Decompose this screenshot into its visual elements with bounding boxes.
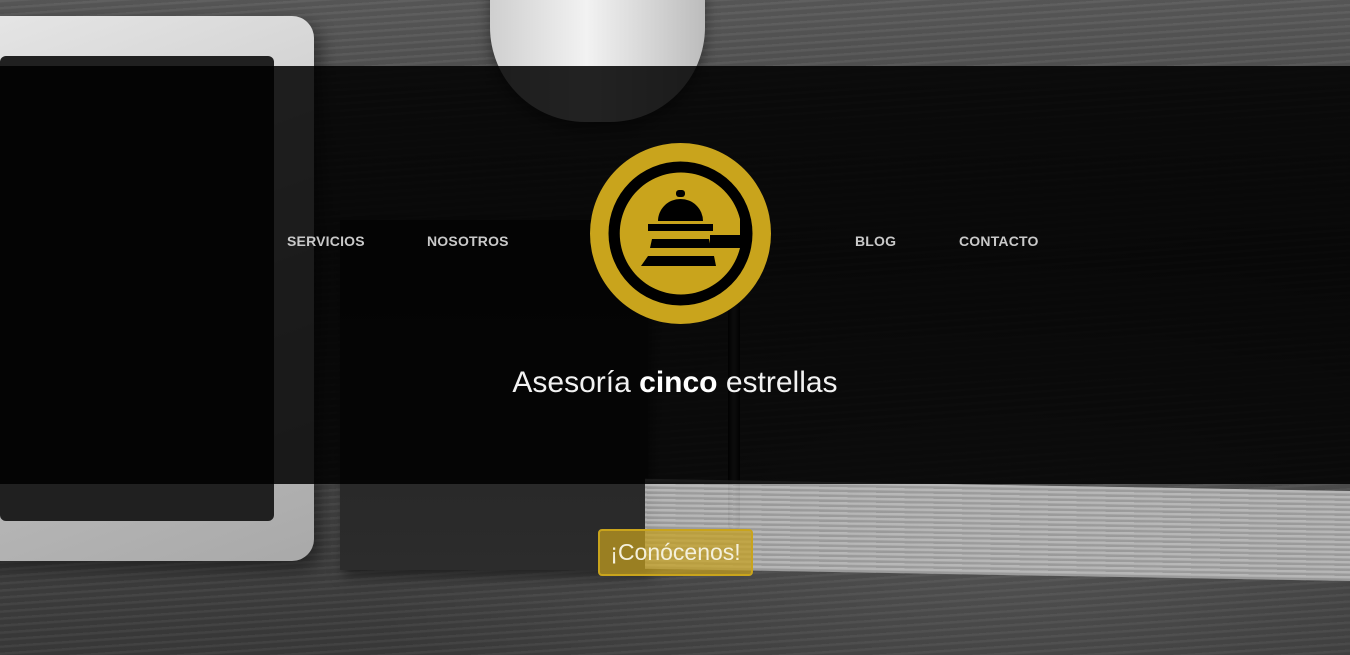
nav-item-blog[interactable]: BLOG	[855, 233, 896, 249]
nav-item-servicios[interactable]: SERVICIOS	[287, 233, 365, 249]
nav-item-nosotros[interactable]: NOSOTROS	[427, 233, 509, 249]
tagline-text-post: estrellas	[717, 366, 838, 399]
conocenos-button[interactable]: ¡Conócenos!	[598, 529, 753, 576]
hero-tagline: Asesoría cinco estrellas	[0, 364, 1350, 402]
tagline-text-pre: Asesoría	[512, 366, 640, 399]
service-bell-logo-icon[interactable]	[590, 143, 771, 324]
nav-item-contacto[interactable]: CONTACTO	[959, 233, 1039, 249]
tagline-text-bold: cinco	[639, 366, 718, 399]
hero-section: SERVICIOS NOSOTROS BLOG CONTACTO Asesorí…	[0, 0, 1350, 655]
